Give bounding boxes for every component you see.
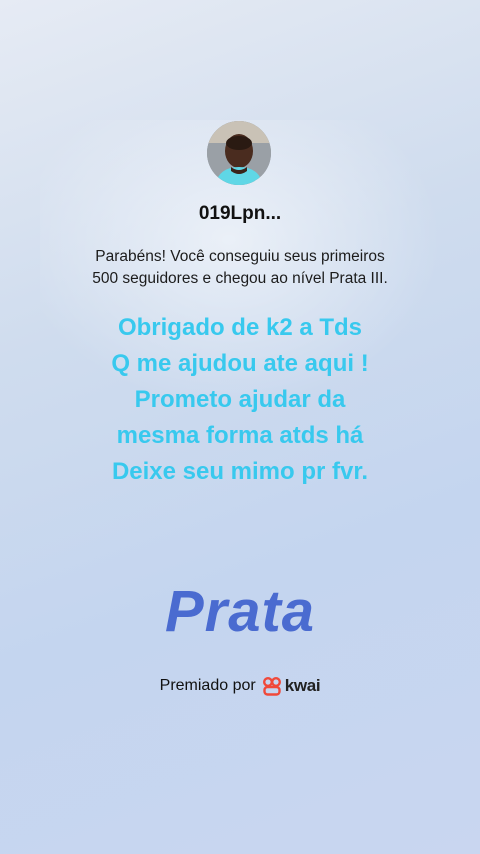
username: 019Lpn... (198, 203, 282, 224)
achievement-message: Parabéns! Você conseguiu seus primeiros … (60, 246, 420, 290)
overlay-line-3: Prometo ajudar da (134, 386, 346, 413)
kwai-wordmark: kwai (284, 676, 321, 695)
level-title: Prata (164, 579, 316, 644)
awarded-by-label: Premiado por (159, 677, 256, 694)
achievement-message-line-2: 500 seguidores e chegou ao nível Prata I… (92, 270, 388, 287)
achievement-message-line-1: Parabéns! Você conseguiu seus primeiros (95, 248, 385, 265)
overlay-line-2: Q me ajudou ate aqui ! (111, 350, 369, 377)
awarded-by: Premiado por kwai (0, 676, 480, 696)
overlay-line-4: mesma forma atds há (116, 422, 364, 449)
overlay-line-1: Obrigado de k2 a Tds (117, 314, 363, 341)
overlay-line-5: Deixe seu mimo pr fvr. (111, 458, 369, 485)
kwai-logo-icon (262, 677, 281, 696)
kwai-logo: kwai (262, 676, 321, 696)
avatar[interactable] (207, 121, 271, 185)
avatar-photo (207, 121, 271, 185)
overlay-caption: Obrigado de k2 a Tds Q me ajudou ate aqu… (40, 310, 440, 490)
